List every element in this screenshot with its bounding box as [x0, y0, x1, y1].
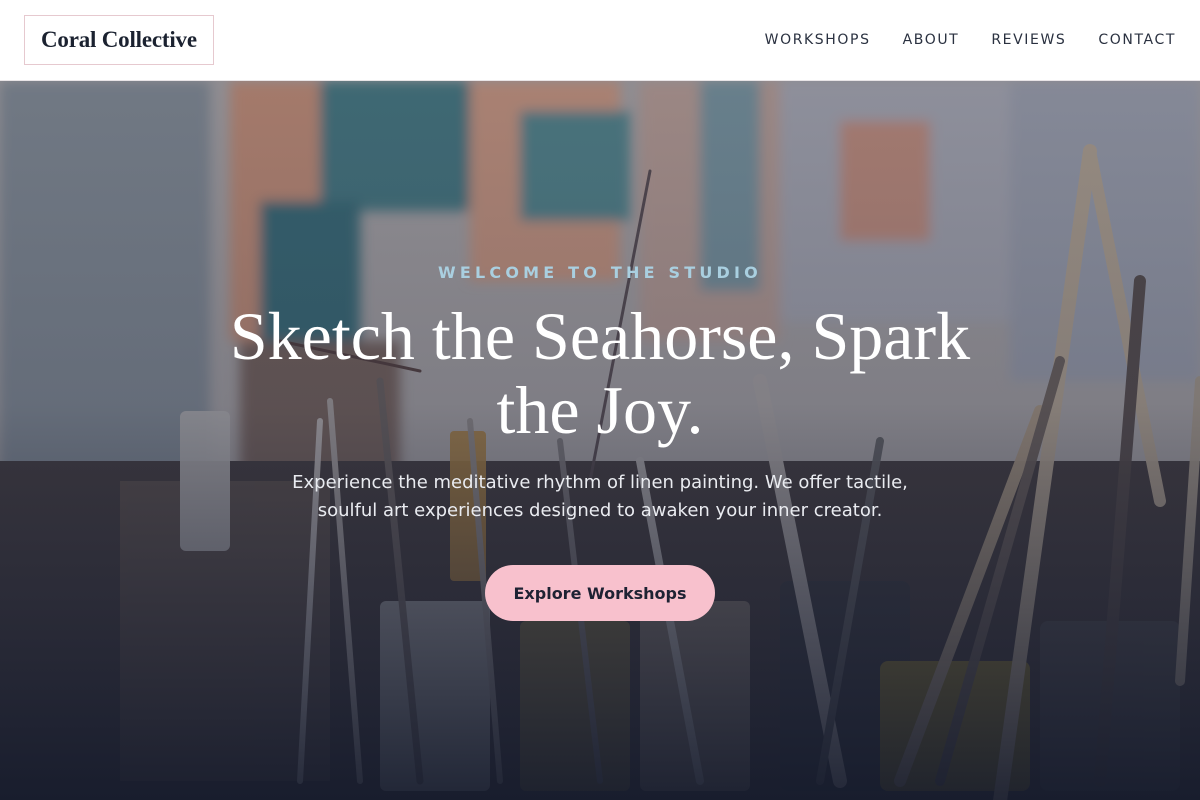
- hero-section: WELCOME TO THE STUDIO Sketch the Seahors…: [0, 81, 1200, 800]
- main-nav: WORKSHOPS ABOUT REVIEWS CONTACT: [765, 32, 1176, 48]
- nav-item-about[interactable]: ABOUT: [903, 32, 960, 48]
- nav-item-workshops[interactable]: WORKSHOPS: [765, 32, 871, 48]
- nav-item-reviews[interactable]: REVIEWS: [991, 32, 1066, 48]
- hero-headline: Sketch the Seahorse, Spark the Joy.: [229, 298, 971, 448]
- nav-item-contact[interactable]: CONTACT: [1098, 32, 1176, 48]
- explore-workshops-button[interactable]: Explore Workshops: [485, 565, 715, 621]
- brand-logo[interactable]: Coral Collective: [24, 15, 214, 65]
- hero-lede: Experience the meditative rhythm of line…: [292, 472, 908, 521]
- hero-content: WELCOME TO THE STUDIO Sketch the Seahors…: [0, 81, 1200, 800]
- hero-eyebrow: WELCOME TO THE STUDIO: [438, 263, 762, 282]
- site-header: Coral Collective WORKSHOPS ABOUT REVIEWS…: [0, 0, 1200, 81]
